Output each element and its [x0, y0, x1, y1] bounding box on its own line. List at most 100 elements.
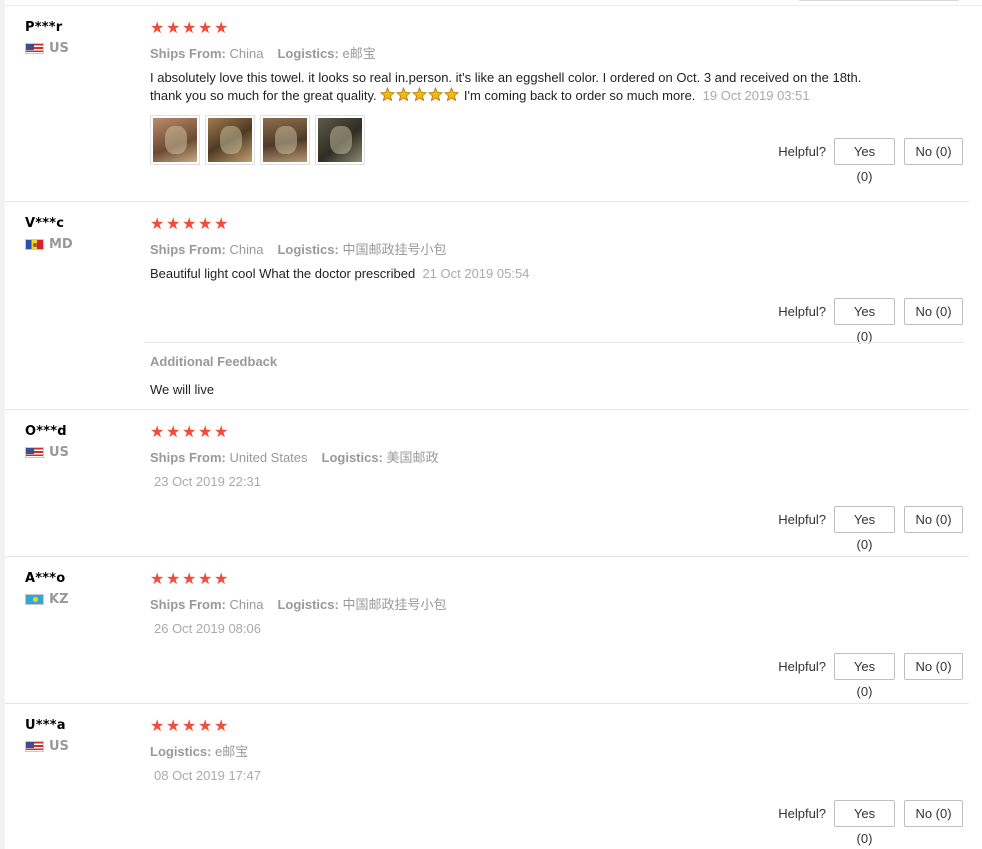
emoji-star-icon	[444, 87, 460, 102]
review-content: ★ ★ ★ ★ ★ Ships From: China Logistics: 中国邮政挂号…	[150, 571, 950, 638]
star-icon: ★	[150, 422, 165, 441]
country-code: MD	[49, 237, 73, 253]
helpful-no-button[interactable]: No (0)	[904, 298, 963, 325]
ships-from-value: China	[229, 46, 264, 61]
star-icon: ★	[166, 214, 181, 233]
helpful-yes-button[interactable]: Yes (0)	[834, 298, 895, 344]
helpful-yes-button[interactable]: Yes (0)	[834, 506, 895, 552]
reviewer-country: US	[25, 444, 69, 460]
star-icon: ★	[150, 18, 165, 37]
helpful-controls: Helpful? Yes (0) No (0)	[778, 298, 963, 344]
reviewer-info: U***a US	[25, 718, 69, 754]
additional-feedback-content: Additional Feedback We will live	[150, 354, 950, 397]
ships-from-label: Ships From:	[150, 450, 226, 465]
shipping-info: Ships From: United States Logistics: 美国邮政	[150, 447, 950, 466]
star-icon: ★	[166, 569, 181, 588]
ships-from-value: United States	[229, 450, 308, 465]
reviewer-info: A***o KZ	[25, 571, 69, 607]
ships-from-value: China	[229, 242, 264, 257]
shipping-info: Ships From: China Logistics: e邮宝	[150, 43, 950, 62]
helpful-no-button[interactable]: No (0)	[904, 800, 963, 827]
logistics-value: e邮宝	[342, 46, 376, 61]
star-icon: ★	[150, 569, 165, 588]
review-date: 23 Oct 2019 22:31	[154, 474, 261, 489]
helpful-controls: Helpful? Yes (0) No (0)	[778, 506, 963, 552]
helpful-yes-button[interactable]: Yes (0)	[834, 138, 895, 184]
star-icon: ★	[150, 716, 165, 735]
country-code: US	[49, 445, 69, 461]
review-text: I absolutely love this towel. it looks s…	[150, 69, 870, 105]
review-text: Beautiful light cool What the doctor pre…	[150, 265, 870, 283]
review-text: 26 Oct 2019 08:06	[150, 620, 870, 638]
star-icon: ★	[182, 214, 197, 233]
helpful-label: Helpful?	[778, 806, 826, 821]
review-separator	[5, 703, 969, 704]
us-flag-icon	[25, 741, 44, 753]
review-date: 21 Oct 2019 05:54	[422, 266, 530, 281]
reviewer-name: V***c	[25, 216, 65, 231]
helpful-no-button[interactable]: No (0)	[904, 506, 963, 533]
star-rating: ★ ★ ★ ★ ★	[150, 20, 950, 36]
review-photo-thumbnail[interactable]	[205, 115, 255, 165]
star-icon: ★	[198, 422, 213, 441]
review-photo-thumbnail[interactable]	[150, 115, 200, 165]
logistics-value: 美国邮政	[386, 450, 439, 465]
star-icon: ★	[182, 18, 197, 37]
review-content: ★ ★ ★ ★ ★ Ships From: China Logistics: 中国邮政挂号…	[150, 216, 950, 283]
star-icon: ★	[214, 214, 229, 233]
reviewer-info: P***r US	[25, 20, 69, 56]
reviewer-info: O***d US	[25, 424, 69, 460]
star-icon: ★	[214, 18, 229, 37]
review-date: 19 Oct 2019 03:51	[702, 88, 810, 103]
review-photo-thumbnail[interactable]	[315, 115, 365, 165]
helpful-controls: Helpful? Yes (0) No (0)	[778, 653, 963, 699]
reviewer-country: KZ	[25, 591, 69, 607]
star-rating: ★ ★ ★ ★ ★	[150, 571, 950, 587]
star-icon: ★	[198, 214, 213, 233]
additional-feedback-title: Additional Feedback	[150, 354, 278, 369]
review-content: ★ ★ ★ ★ ★ Ships From: United States Logistics…	[150, 424, 950, 491]
star-icon: ★	[198, 18, 213, 37]
emoji-star-icon	[380, 87, 396, 102]
reviewer-country: US	[25, 738, 69, 754]
review-text: 23 Oct 2019 22:31	[150, 473, 870, 491]
helpful-yes-button[interactable]: Yes (0)	[834, 800, 895, 846]
review-separator	[5, 201, 969, 202]
review-date: 08 Oct 2019 17:47	[154, 768, 261, 783]
helpful-label: Helpful?	[778, 659, 826, 674]
ships-from-label: Ships From:	[150, 46, 226, 61]
review-content: ★ ★ ★ ★ ★ Logistics: e邮宝 08 Oct 2019 17:47	[150, 718, 950, 785]
star-icon: ★	[198, 716, 213, 735]
helpful-controls: Helpful? Yes (0) No (0)	[778, 800, 963, 846]
review-photo-thumbnail[interactable]	[260, 115, 310, 165]
country-code: KZ	[49, 592, 69, 608]
md-flag-icon	[25, 239, 44, 251]
reviewer-name: U***a	[25, 718, 66, 733]
star-icon: ★	[214, 422, 229, 441]
reviewer-country: MD	[25, 236, 73, 252]
top-control-edge	[799, 0, 959, 1]
left-border	[0, 0, 5, 849]
logistics-value: e邮宝	[215, 744, 249, 759]
star-icon: ★	[166, 716, 181, 735]
kz-flag-icon	[25, 594, 44, 606]
star-icon: ★	[166, 422, 181, 441]
review-text-part2: I'm coming back to order so much more.	[460, 88, 696, 103]
additional-feedback-separator	[145, 342, 964, 343]
emoji-star-icon	[412, 87, 428, 102]
star-rating: ★ ★ ★ ★ ★	[150, 216, 950, 232]
star-icon: ★	[182, 716, 197, 735]
logistics-label: Logistics:	[321, 450, 383, 465]
logistics-label: Logistics:	[277, 597, 339, 612]
logistics-label: Logistics:	[150, 744, 212, 759]
additional-feedback-text: We will live	[150, 382, 215, 397]
top-divider	[5, 5, 982, 6]
star-icon: ★	[214, 569, 229, 588]
helpful-yes-button[interactable]: Yes (0)	[834, 653, 895, 699]
helpful-no-button[interactable]: No (0)	[904, 653, 963, 680]
helpful-no-button[interactable]: No (0)	[904, 138, 963, 165]
review-text: 08 Oct 2019 17:47	[150, 767, 870, 785]
us-flag-icon	[25, 43, 44, 55]
reviewer-country: US	[25, 40, 69, 56]
helpful-controls: Helpful? Yes (0) No (0)	[778, 138, 963, 184]
